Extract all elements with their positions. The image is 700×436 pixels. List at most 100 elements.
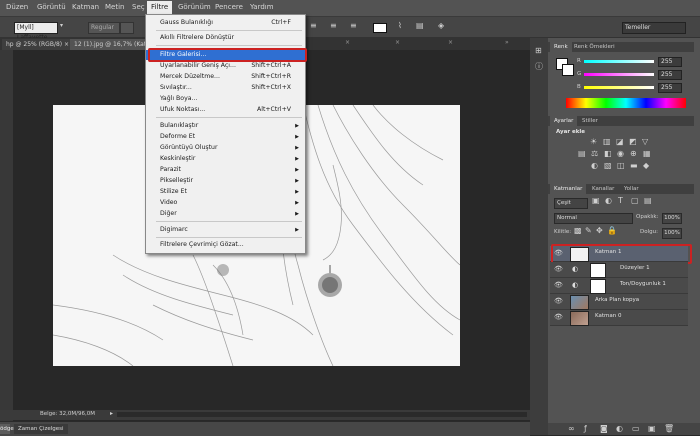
photo-filter-icon[interactable]: ◉ xyxy=(617,149,624,159)
tab-yollar[interactable]: Yollar xyxy=(620,184,643,194)
layer-row[interactable]: 👁 Katman 0 xyxy=(550,310,688,326)
visibility-eye-icon[interactable]: 👁 xyxy=(554,313,563,321)
layer-filter-select[interactable]: Çeşit xyxy=(554,198,588,209)
menu-item-liquify[interactable]: Sıvılaştır... Shift+Ctrl+X xyxy=(146,83,305,93)
filter-type-icon[interactable]: T xyxy=(618,196,623,206)
menu-yardim[interactable]: Yardım xyxy=(250,3,274,11)
warp-text-icon[interactable]: ⌇ xyxy=(398,21,402,31)
menu-item-vanishing-point[interactable]: Ufuk Noktası... Alt+Ctrl+V xyxy=(146,105,305,115)
new-layer-icon[interactable]: ▣ xyxy=(648,424,656,434)
invert-icon[interactable]: ◐ xyxy=(591,161,598,171)
levels-icon[interactable]: ▥ xyxy=(603,137,611,147)
trash-icon[interactable]: 🗑 xyxy=(664,424,674,434)
menu-item-smart-filters[interactable]: Akıllı Filtrelere Dönüştür xyxy=(146,33,305,43)
horizontal-scrollbar[interactable] xyxy=(117,412,527,417)
menu-sec[interactable]: Seç xyxy=(132,3,145,11)
black-white-icon[interactable]: ◧ xyxy=(604,149,612,159)
layer-row[interactable]: 👁 ◐ Düzeyler 1 xyxy=(550,262,688,278)
background-color-swatch[interactable] xyxy=(562,64,574,76)
text-color-swatch[interactable] xyxy=(373,23,387,33)
filter-pixel-icon[interactable]: ▣ xyxy=(592,196,600,206)
lock-pixels-icon[interactable]: ▩ xyxy=(574,226,582,236)
workspace-select[interactable]: Temeller xyxy=(622,22,686,34)
menu-goruntu[interactable]: Görüntü xyxy=(37,3,66,11)
exposure-icon[interactable]: ◩ xyxy=(629,137,637,147)
tab-zaman-cizelgesi[interactable]: Zaman Çizelgesi xyxy=(14,424,68,434)
curves-icon[interactable]: ◪ xyxy=(616,137,624,147)
tab-close-icon[interactable]: × xyxy=(345,39,350,46)
brightness-icon[interactable]: ☀ xyxy=(590,137,597,147)
filter-smart-icon[interactable]: ▤ xyxy=(644,196,652,206)
tab-katmanlar[interactable]: Katmanlar xyxy=(550,184,587,194)
lock-move-icon[interactable]: ✥ xyxy=(596,226,603,236)
g-value[interactable]: 255 xyxy=(658,70,682,80)
align-center-icon[interactable]: ≡ xyxy=(330,21,337,31)
layer-row[interactable]: 👁 Arka Plan kopya xyxy=(550,294,688,310)
posterize-icon[interactable]: ▧ xyxy=(604,161,612,171)
tab-ayarlar[interactable]: Ayarlar xyxy=(550,116,578,126)
font-family-select[interactable]: [Myll] Laffayette... xyxy=(14,22,58,41)
menu-item-noise[interactable]: Parazit ▶ xyxy=(146,165,305,175)
doc-tab-12[interactable]: 12 (1).jpg @ 16,7% (Kat xyxy=(70,39,148,50)
channel-mixer-icon[interactable]: ⊕ xyxy=(630,149,637,159)
chevron-down-icon[interactable]: ▾ xyxy=(60,21,63,31)
hue-sat-icon[interactable]: ▤ xyxy=(578,149,586,159)
menu-katman[interactable]: Katman xyxy=(72,3,99,11)
visibility-eye-icon[interactable]: 👁 xyxy=(554,297,563,305)
visibility-eye-icon[interactable]: 👁 xyxy=(554,281,563,289)
mask-icon[interactable]: ◙ xyxy=(600,424,608,434)
menu-gorunum[interactable]: Görünüm xyxy=(178,3,211,11)
g-slider[interactable] xyxy=(584,73,654,76)
align-left-icon[interactable]: ≡ xyxy=(310,21,317,31)
menu-item-lens-correction[interactable]: Mercek Düzeltme... Shift+Ctrl+R xyxy=(146,72,305,82)
font-style-select[interactable]: Regular xyxy=(88,22,120,34)
menu-item-render[interactable]: Görüntüyü Oluştur ▶ xyxy=(146,143,305,153)
menu-filtre[interactable]: Filtre xyxy=(147,1,173,14)
filter-adjust-icon[interactable]: ◐ xyxy=(605,196,612,206)
properties-icon[interactable]: ⓘ xyxy=(535,62,543,72)
fill-value[interactable]: 100% xyxy=(662,228,682,239)
menu-item-other[interactable]: Diğer ▶ xyxy=(146,209,305,219)
color-spectrum[interactable] xyxy=(566,98,686,108)
visibility-eye-icon[interactable]: 👁 xyxy=(554,265,563,273)
fx-icon[interactable]: ƒ xyxy=(584,424,587,434)
timeline-tab-partial[interactable]: ödge xyxy=(0,424,14,434)
tab-overflow-icon[interactable]: » xyxy=(505,39,509,46)
doc-tab-hp[interactable]: hp @ 25% (RGB/8) × xyxy=(2,39,74,50)
gradient-map-icon[interactable]: ▬ xyxy=(630,161,638,171)
menu-item-stylize[interactable]: Stilize Et ▶ xyxy=(146,187,305,197)
menu-item-blur[interactable]: Bulanıklaştır ▶ xyxy=(146,121,305,131)
opacity-value[interactable]: 100% xyxy=(662,213,682,224)
menu-metin[interactable]: Metin xyxy=(105,3,124,11)
status-arrow-icon[interactable]: ▸ xyxy=(110,410,113,417)
r-value[interactable]: 255 xyxy=(658,57,682,67)
b-value[interactable]: 255 xyxy=(658,83,682,93)
color-balance-icon[interactable]: ⚖ xyxy=(591,149,598,159)
history-icon[interactable]: ⊞ xyxy=(535,46,542,56)
panels-icon[interactable]: ▤ xyxy=(416,21,424,31)
menu-item-sharpen[interactable]: Keskinleştir ▶ xyxy=(146,154,305,164)
b-slider[interactable] xyxy=(584,86,654,89)
tab-stiller[interactable]: Stiller xyxy=(578,116,602,126)
link-icon[interactable]: ∞ xyxy=(568,424,575,434)
folder-icon[interactable]: ▭ xyxy=(632,424,640,434)
menu-item-gauss[interactable]: Gauss Bulanıklığı Ctrl+F xyxy=(146,18,305,28)
color-lookup-icon[interactable]: ▦ xyxy=(643,149,651,159)
tab-close-icon[interactable]: × xyxy=(448,39,453,46)
vibrance-icon[interactable]: ▽ xyxy=(642,137,648,147)
menu-item-oil-paint[interactable]: Yağlı Boya... xyxy=(146,94,305,104)
r-slider[interactable] xyxy=(584,60,654,63)
lock-all-icon[interactable]: 🔒 xyxy=(607,226,617,236)
menu-item-pixelate[interactable]: Pikselleştir ▶ xyxy=(146,176,305,186)
menu-item-distort[interactable]: Deforme Et ▶ xyxy=(146,132,305,142)
selective-color-icon[interactable]: ◆ xyxy=(643,161,649,171)
menu-pencere[interactable]: Pencere xyxy=(215,3,243,11)
menu-item-browse-filters-online[interactable]: Filtrelere Çevrimiçi Gözat... xyxy=(146,240,305,250)
filter-shape-icon[interactable]: ▢ xyxy=(631,196,639,206)
lock-paint-icon[interactable]: ✎ xyxy=(585,226,592,236)
menu-item-digimarc[interactable]: Digimarc ▶ xyxy=(146,225,305,235)
adjustment-icon[interactable]: ◐ xyxy=(616,424,623,434)
menu-duzen[interactable]: Düzen xyxy=(6,3,28,11)
tab-renk-ornekleri[interactable]: Renk Örnekleri xyxy=(570,42,619,52)
menu-item-adaptive-wide-angle[interactable]: Uyarlanabilir Geniş Açı... Shift+Ctrl+A xyxy=(146,61,305,71)
